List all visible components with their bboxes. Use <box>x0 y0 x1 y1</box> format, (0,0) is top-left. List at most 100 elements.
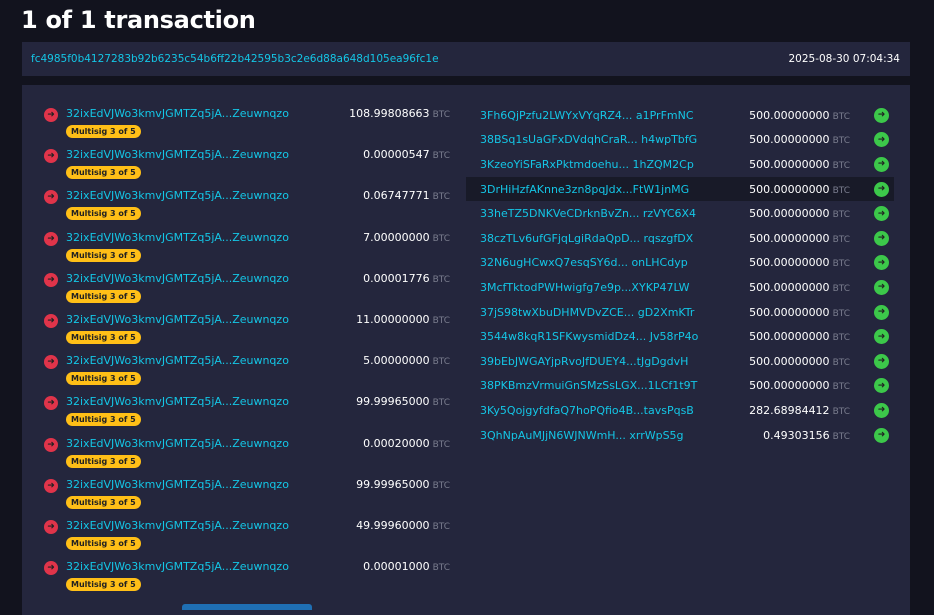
output-arrow-icon[interactable]: ➜ <box>874 353 889 369</box>
output-address-link[interactable]: 3544w8kqR1SFKwysmidDz4... Jv58rP4o <box>480 330 698 343</box>
output-address-link[interactable]: 38PKBmzVrmuiGnSMzSsLGX...1LCf1t9T <box>480 379 697 392</box>
output-arrow-icon[interactable]: ➜ <box>874 329 889 345</box>
output-row: 33heTZ5DNKVeCDrknBvZn... rzVYC6X4 500.00… <box>466 201 894 226</box>
amount-value: 500.00000000 <box>749 207 830 221</box>
txid-link[interactable]: fc4985f0b4127283b92b6235c54b6ff22b42595b… <box>31 53 439 65</box>
amount-unit: BTC <box>432 192 450 203</box>
amount-value: 500.00000000 <box>749 133 830 147</box>
input-arrow-icon[interactable]: ➜ <box>44 355 58 370</box>
input-address-link[interactable]: 32ixEdVJWo3kmvJGMTZq5jA...Zeuwnqzo <box>66 189 289 202</box>
input-arrow-icon[interactable]: ➜ <box>44 108 58 122</box>
output-arrow-icon[interactable]: ➜ <box>874 427 889 443</box>
input-address-link[interactable]: 32ixEdVJWo3kmvJGMTZq5jA...Zeuwnqzo <box>66 354 289 367</box>
output-row: 3Fh6QjPzfu2LWYxVYqRZ4... a1PrFmNC 500.00… <box>466 103 894 128</box>
output-arrow-icon[interactable]: ➜ <box>874 107 889 123</box>
amount-value: 500.00000000 <box>749 379 830 393</box>
input-amount: 0.00001776 BTC <box>363 272 450 285</box>
input-amount: 99.99965000 BTC <box>356 478 450 491</box>
amount-unit: BTC <box>432 110 450 120</box>
output-address-link[interactable]: 3McfTktodPWHwigfg7e9p...XYKP47LW <box>480 281 690 294</box>
output-address-link[interactable]: 3DrHiHzfAKnne3zn8pqJdx...FtW1jnMG <box>480 183 689 196</box>
amount-unit: BTC <box>832 357 850 368</box>
input-address-link[interactable]: 32ixEdVJWo3kmvJGMTZq5jA...Zeuwnqzo <box>66 395 289 408</box>
output-address-link[interactable]: 3KzeoYiSFaRxPktmdoehu... 1hZQM2Cp <box>480 158 694 171</box>
amount-unit: BTC <box>832 259 850 270</box>
input-amount: 5.00000000 BTC <box>363 354 450 367</box>
output-row: 38PKBmzVrmuiGnSMzSsLGX...1LCf1t9T 500.00… <box>466 374 894 399</box>
output-amount: 500.00000000 BTC <box>749 232 850 245</box>
amount-unit: BTC <box>432 151 450 162</box>
output-address-link[interactable]: 38czTLv6ufGFjqLgiRdaQpD... rqszgfDX <box>480 232 693 245</box>
output-arrow-icon[interactable]: ➜ <box>874 181 889 197</box>
output-address-link[interactable]: 3Fh6QjPzfu2LWYxVYqRZ4... a1PrFmNC <box>480 109 694 122</box>
output-address-link[interactable]: 39bEbJWGAYjpRvoJfDUEY4...tJgDgdvH <box>480 355 688 368</box>
input-arrow-icon[interactable]: ➜ <box>44 272 58 287</box>
output-arrow-icon[interactable]: ➜ <box>874 402 889 418</box>
amount-value: 500.00000000 <box>749 108 830 122</box>
input-arrow-icon[interactable]: ➜ <box>44 396 58 411</box>
input-address-link[interactable]: 32ixEdVJWo3kmvJGMTZq5jA...Zeuwnqzo <box>66 519 289 532</box>
input-arrow-icon[interactable]: ➜ <box>44 231 58 246</box>
input-address-link[interactable]: 32ixEdVJWo3kmvJGMTZq5jA...Zeuwnqzo <box>66 231 289 244</box>
transaction-header: fc4985f0b4127283b92b6235c54b6ff22b42595b… <box>22 42 910 76</box>
input-arrow-icon[interactable]: ➜ <box>44 478 58 493</box>
input-address-link[interactable]: 32ixEdVJWo3kmvJGMTZq5jA...Zeuwnqzo <box>66 313 289 326</box>
amount-unit: BTC <box>432 521 450 532</box>
output-address-link[interactable]: 3Ky5QojgyfdfaQ7hoPQfio4B...tavsPqsB <box>480 404 694 417</box>
amount-value: 500.00000000 <box>749 256 830 270</box>
input-row: ➜ 32ixEdVJWo3kmvJGMTZq5jA...Zeuwnqzo 108… <box>42 105 454 146</box>
amount-unit: BTC <box>432 357 450 368</box>
output-arrow-icon[interactable]: ➜ <box>874 255 889 271</box>
output-row: 3544w8kqR1SFKwysmidDz4... Jv58rP4o 500.0… <box>466 324 894 349</box>
output-arrow-icon[interactable]: ➜ <box>874 378 889 394</box>
output-address-link[interactable]: 33heTZ5DNKVeCDrknBvZn... rzVYC6X4 <box>480 207 696 220</box>
input-address-link[interactable]: 32ixEdVJWo3kmvJGMTZq5jA...Zeuwnqzo <box>66 272 289 285</box>
output-address-link[interactable]: 32N6ugHCwxQ7esqSY6d... onLHCdyp <box>480 256 688 269</box>
input-address-link[interactable]: 32ixEdVJWo3kmvJGMTZq5jA...Zeuwnqzo <box>66 560 289 573</box>
input-row: ➜ 32ixEdVJWo3kmvJGMTZq5jA...Zeuwnqzo 5.0… <box>42 352 454 393</box>
amount-value: 500.00000000 <box>749 305 830 319</box>
input-address-link[interactable]: 32ixEdVJWo3kmvJGMTZq5jA...Zeuwnqzo <box>66 148 289 161</box>
output-arrow-icon[interactable]: ➜ <box>874 206 889 222</box>
output-row: 38czTLv6ufGFjqLgiRdaQpD... rqszgfDX 500.… <box>466 226 894 251</box>
multisig-badge: Multisig 3 of 5 <box>66 289 141 303</box>
input-arrow-icon[interactable]: ➜ <box>44 190 58 205</box>
output-address-link[interactable]: 38BSq1sUaGFxDVdqhCraR... h4wpTbfG <box>480 133 697 146</box>
amount-unit: BTC <box>832 111 850 122</box>
output-amount: 500.00000000 BTC <box>749 281 850 294</box>
output-arrow-icon[interactable]: ➜ <box>874 304 889 320</box>
output-arrow-icon[interactable]: ➜ <box>874 132 889 148</box>
output-amount: 500.00000000 BTC <box>749 355 850 368</box>
output-row: 37jS98twXbuDHMVDvZCE... gD2XmKTr 500.000… <box>466 300 894 325</box>
input-arrow-icon[interactable]: ➜ <box>44 519 58 534</box>
amount-unit: BTC <box>832 283 850 294</box>
amount-value: 0.06747771 <box>363 189 430 203</box>
output-amount: 0.49303156 BTC <box>763 429 850 442</box>
amount-unit: BTC <box>832 431 850 442</box>
input-arrow-icon[interactable]: ➜ <box>44 149 58 164</box>
output-row: 3QhNpAuMJjN6WJNWmH... xrrWpS5g 0.4930315… <box>466 423 894 448</box>
output-amount: 500.00000000 BTC <box>749 306 850 319</box>
output-amount: 500.00000000 BTC <box>749 256 850 269</box>
input-address-link[interactable]: 32ixEdVJWo3kmvJGMTZq5jA...Zeuwnqzo <box>66 478 289 491</box>
output-address-link[interactable]: 3QhNpAuMJjN6WJNWmH... xrrWpS5g <box>480 429 684 442</box>
amount-value: 7.00000000 <box>363 230 430 244</box>
amount-value: 108.99808663 <box>349 107 430 120</box>
show-more-button[interactable] <box>182 604 312 610</box>
amount-value: 99.99965000 <box>356 477 430 491</box>
output-arrow-icon[interactable]: ➜ <box>874 230 889 246</box>
input-address-link[interactable]: 32ixEdVJWo3kmvJGMTZq5jA...Zeuwnqzo <box>66 437 289 450</box>
amount-value: 5.00000000 <box>363 354 430 368</box>
output-arrow-icon[interactable]: ➜ <box>874 279 889 295</box>
input-arrow-icon[interactable]: ➜ <box>44 313 58 328</box>
multisig-badge: Multisig 3 of 5 <box>66 372 141 386</box>
input-address-link[interactable]: 32ixEdVJWo3kmvJGMTZq5jA...Zeuwnqzo <box>66 107 289 120</box>
input-amount: 108.99808663 BTC <box>349 107 450 120</box>
input-arrow-icon[interactable]: ➜ <box>44 437 58 452</box>
amount-value: 0.49303156 <box>763 428 830 442</box>
output-arrow-icon[interactable]: ➜ <box>874 156 889 172</box>
input-row: ➜ 32ixEdVJWo3kmvJGMTZq5jA...Zeuwnqzo 11.… <box>42 311 454 352</box>
timestamp: 2025-08-30 07:04:34 <box>788 53 900 65</box>
output-address-link[interactable]: 37jS98twXbuDHMVDvZCE... gD2XmKTr <box>480 306 694 319</box>
input-arrow-icon[interactable]: ➜ <box>44 561 58 576</box>
